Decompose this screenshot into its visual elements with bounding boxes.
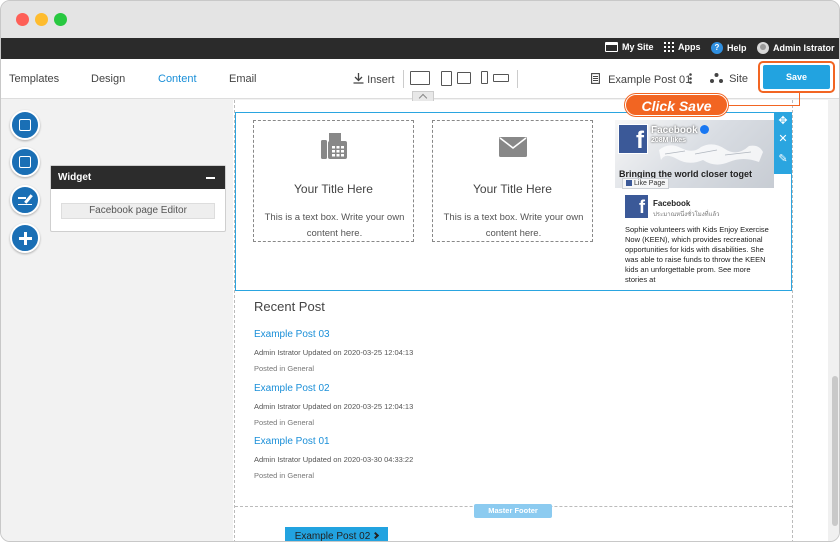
post-meta: Admin Istrator Updated on 2020-03-25 12:… bbox=[254, 348, 414, 357]
click-save-callout: Click Save bbox=[625, 94, 728, 116]
save-button[interactable]: Save bbox=[763, 65, 830, 89]
post-link[interactable]: Example Post 02 bbox=[254, 383, 330, 394]
post-meta: Admin Istrator Updated on 2020-03-30 04:… bbox=[254, 455, 414, 464]
maximize-window-button[interactable] bbox=[54, 13, 67, 26]
collapse-toolbar-tab[interactable] bbox=[412, 91, 434, 101]
minimize-icon[interactable] bbox=[206, 177, 215, 179]
user-menu[interactable]: Admin Istrator bbox=[757, 42, 835, 54]
add-element-button[interactable] bbox=[10, 223, 40, 253]
tab-design[interactable]: Design bbox=[91, 73, 125, 85]
text-box-body: This is a text box. Write your own conte… bbox=[443, 212, 584, 239]
desktop-view-icon[interactable] bbox=[410, 71, 430, 85]
section-toolbar: ✥ ✕ ✎ bbox=[774, 112, 792, 174]
page-selector[interactable]: Example Post 01 bbox=[591, 73, 691, 86]
text-box-title: Your Title Here bbox=[473, 182, 552, 196]
layout-icon bbox=[19, 119, 31, 131]
site-button[interactable]: Site bbox=[710, 73, 748, 85]
tab-content[interactable]: Content bbox=[158, 73, 197, 85]
post-category: Posted in General bbox=[254, 364, 315, 373]
facebook-page-editor-button[interactable]: Facebook page Editor bbox=[61, 203, 215, 219]
help-icon: ? bbox=[711, 42, 723, 54]
mobile-landscape-icon[interactable] bbox=[493, 74, 509, 82]
recent-post-heading: Recent Post bbox=[254, 299, 325, 314]
app-window: My Site Apps ? Help Admin Istrator Templ… bbox=[0, 0, 840, 542]
mail-icon bbox=[499, 137, 527, 157]
facebook-avatar: f bbox=[625, 195, 648, 218]
text-box[interactable]: Your Title Here This is a text box. Writ… bbox=[432, 120, 593, 242]
window-icon bbox=[605, 42, 618, 52]
chevron-right-icon bbox=[372, 531, 380, 540]
apps-link[interactable]: Apps bbox=[664, 42, 701, 52]
post-category: Posted in General bbox=[254, 418, 315, 427]
verified-badge-icon bbox=[699, 125, 709, 134]
close-icon[interactable]: ✕ bbox=[777, 133, 789, 145]
post-category: Posted in General bbox=[254, 471, 315, 480]
like-page-button[interactable]: Like Page bbox=[622, 178, 670, 189]
avatar bbox=[757, 42, 769, 54]
move-icon[interactable]: ✥ bbox=[777, 115, 789, 127]
facebook-logo: f bbox=[618, 124, 648, 154]
edit-pencil-icon[interactable]: ✎ bbox=[777, 153, 789, 165]
facebook-small-icon bbox=[626, 180, 632, 186]
post-link[interactable]: Example Post 01 bbox=[254, 436, 330, 447]
tablet-portrait-icon[interactable] bbox=[441, 71, 452, 86]
text-box-body: This is a text box. Write your own conte… bbox=[264, 212, 405, 239]
section-icon bbox=[19, 156, 31, 168]
apps-grid-icon bbox=[664, 42, 674, 52]
footer-post-button[interactable]: Example Post 02 bbox=[285, 527, 388, 541]
tablet-landscape-icon[interactable] bbox=[457, 72, 471, 84]
scrollbar-thumb[interactable] bbox=[832, 376, 838, 526]
mobile-portrait-icon[interactable] bbox=[481, 71, 488, 84]
text-box-title: Your Title Here bbox=[294, 182, 373, 196]
tab-templates[interactable]: Templates bbox=[9, 73, 59, 85]
page-settings-button[interactable] bbox=[10, 110, 40, 140]
fax-icon bbox=[321, 133, 347, 159]
help-link[interactable]: ? Help bbox=[711, 42, 747, 54]
widget-panel-header: Widget bbox=[51, 166, 225, 189]
download-arrow-icon bbox=[353, 73, 364, 84]
edit-icon bbox=[18, 195, 32, 205]
admin-topbar: My Site Apps ? Help Admin Istrator bbox=[1, 38, 839, 59]
my-site-link[interactable]: My Site bbox=[605, 42, 654, 52]
divider bbox=[403, 70, 404, 88]
edit-content-button[interactable] bbox=[10, 185, 40, 215]
window-titlebar bbox=[1, 1, 839, 38]
tab-email[interactable]: Email bbox=[229, 73, 257, 85]
more-vertical-icon[interactable] bbox=[689, 73, 692, 87]
post-meta: Admin Istrator Updated on 2020-03-25 12:… bbox=[254, 402, 414, 411]
divider bbox=[517, 70, 518, 88]
layers-button[interactable] bbox=[10, 147, 40, 177]
post-link[interactable]: Example Post 03 bbox=[254, 329, 330, 340]
text-box[interactable]: Your Title Here This is a text box. Writ… bbox=[253, 120, 414, 242]
minimize-window-button[interactable] bbox=[35, 13, 48, 26]
insert-button[interactable]: Insert bbox=[353, 73, 395, 86]
close-window-button[interactable] bbox=[16, 13, 29, 26]
facebook-page-widget[interactable]: f Facebook 208M likes Bringing the world… bbox=[615, 120, 774, 282]
sitemap-icon bbox=[710, 73, 723, 83]
document-icon bbox=[591, 73, 600, 84]
widget-panel: Widget Facebook page Editor bbox=[50, 165, 226, 232]
facebook-post-text: Sophie volunteers with Kids Enjoy Exerci… bbox=[625, 225, 769, 282]
master-footer-tag[interactable]: Master Footer bbox=[474, 504, 552, 518]
